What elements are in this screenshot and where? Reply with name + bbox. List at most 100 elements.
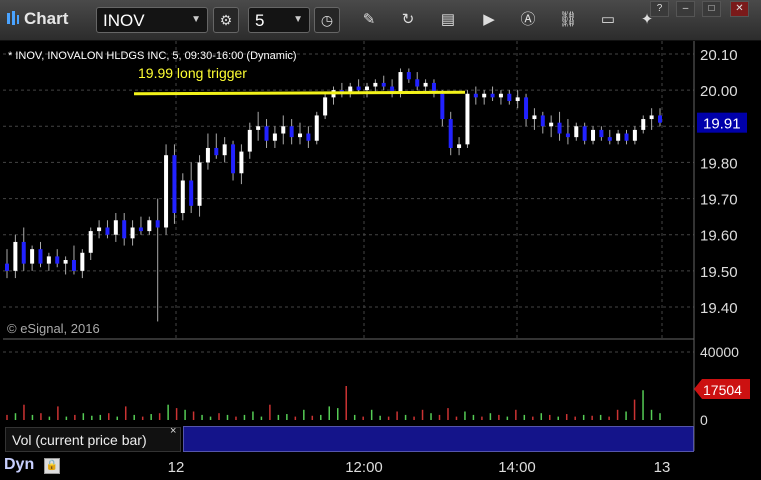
candle-body [281, 126, 286, 134]
candle-body [46, 256, 51, 264]
chevron-down-icon[interactable]: ▼ [293, 14, 303, 25]
candle-body [649, 115, 654, 120]
link-icon[interactable]: ⛓ [558, 10, 578, 30]
candle-body [482, 93, 487, 98]
candle-body [448, 119, 453, 148]
price-tick-label: 19.50 [700, 264, 738, 281]
candle-body [164, 155, 169, 228]
candle-body [239, 151, 244, 174]
candle-body [415, 79, 420, 87]
candle-body [138, 227, 143, 232]
candle-body [591, 129, 596, 141]
candle-body [306, 133, 311, 141]
app-title: Chart [6, 9, 68, 29]
candle-body [5, 263, 9, 271]
candle-body [524, 97, 529, 120]
candle-body [356, 86, 361, 91]
candle-body [247, 129, 252, 152]
candle-body [80, 252, 85, 271]
candle-body [381, 82, 386, 87]
candle-body [465, 93, 470, 145]
candle-body [607, 137, 612, 141]
price-tick-label: 19.70 [700, 192, 738, 209]
candle-body [214, 147, 219, 156]
candle-body [189, 180, 194, 206]
price-tick-label: 19.40 [700, 300, 738, 317]
play-icon[interactable]: ▶ [479, 10, 499, 30]
last-price-label: 19.91 [703, 116, 741, 133]
candle-body [406, 72, 411, 80]
candle-body [616, 133, 621, 141]
maximize-button[interactable]: □ [702, 1, 721, 17]
volume-panel-label[interactable]: Vol (current price bar) [5, 427, 181, 452]
candle-body [172, 155, 177, 214]
candle-body [105, 227, 110, 235]
symbol-input[interactable]: INOV ▼ [96, 7, 208, 33]
chevron-down-icon[interactable]: ▼ [191, 14, 201, 25]
candle-body [423, 82, 428, 87]
candle-body [565, 133, 570, 138]
candle-body [155, 220, 160, 228]
refresh-icon[interactable]: ↻ [398, 10, 418, 30]
app-title-text: Chart [24, 9, 69, 28]
candle-body [490, 93, 495, 98]
price-chart[interactable]: * INOV, INOVALON HLDGS INC, 5, 09:30-16:… [0, 41, 761, 480]
candle-body [38, 249, 43, 264]
candle-body [21, 241, 26, 264]
time-tick-label: 12 [168, 459, 185, 476]
price-tick-label: 20.10 [700, 47, 738, 64]
candle-body [364, 86, 369, 91]
candle-body [507, 93, 512, 101]
chart-background [0, 41, 761, 480]
candle-body [147, 220, 152, 232]
candle-body [440, 93, 445, 120]
candle-body [298, 133, 303, 138]
lock-icon[interactable]: 🔒 [44, 458, 60, 474]
candle-body [373, 82, 378, 87]
close-button[interactable]: ✕ [730, 1, 749, 17]
candle-body [122, 220, 127, 239]
volume-tick-label: 0 [700, 412, 708, 428]
price-tick-label: 20.00 [700, 83, 738, 100]
candle-body [71, 260, 76, 271]
interval-input[interactable]: 5 ▼ [248, 7, 310, 33]
candle-body [88, 231, 93, 253]
candle-body [398, 72, 403, 94]
candle-body [231, 144, 236, 174]
trigger-line[interactable] [133, 90, 466, 96]
candle-body [599, 129, 604, 138]
candle-body [658, 115, 662, 123]
candle-body [180, 180, 185, 214]
help-button[interactable]: ? [650, 1, 669, 17]
comment-icon[interactable]: ▭ [598, 10, 618, 30]
candle-body [624, 133, 629, 141]
trigger-annotation: 19.99 long trigger [138, 65, 247, 81]
candle-body [222, 144, 227, 156]
candle-body [63, 260, 68, 264]
candle-body [272, 133, 277, 141]
volume-tick-label: 40000 [700, 344, 739, 360]
chart-icon [7, 11, 19, 25]
candle-body [130, 227, 135, 239]
time-tick-label: 13 [654, 459, 671, 476]
get-data-icon[interactable]: ▤ [438, 10, 458, 30]
gear-icon: ⚙ [219, 12, 233, 28]
candle-body [205, 147, 210, 163]
candle-body [97, 227, 102, 232]
close-icon[interactable]: × [170, 425, 176, 437]
symbol-settings-button[interactable]: ⚙ [213, 7, 239, 33]
time-tick-label: 14:00 [498, 459, 536, 476]
mode-label[interactable]: Dyn [4, 456, 34, 474]
candle-body [549, 122, 554, 127]
alert-icon[interactable]: Ⓐ [518, 10, 538, 30]
interval-clock-button[interactable]: ◷ [314, 7, 340, 33]
candle-body [515, 97, 520, 101]
volume-panel-bar[interactable] [183, 426, 694, 452]
candle-body [574, 126, 579, 138]
interval-value: 5 [255, 11, 265, 30]
candle-body [55, 256, 60, 264]
pencil-icon[interactable]: ✎ [359, 10, 379, 30]
minimize-button[interactable]: – [676, 1, 695, 17]
candle-body [314, 115, 319, 141]
candle-body [457, 144, 462, 148]
